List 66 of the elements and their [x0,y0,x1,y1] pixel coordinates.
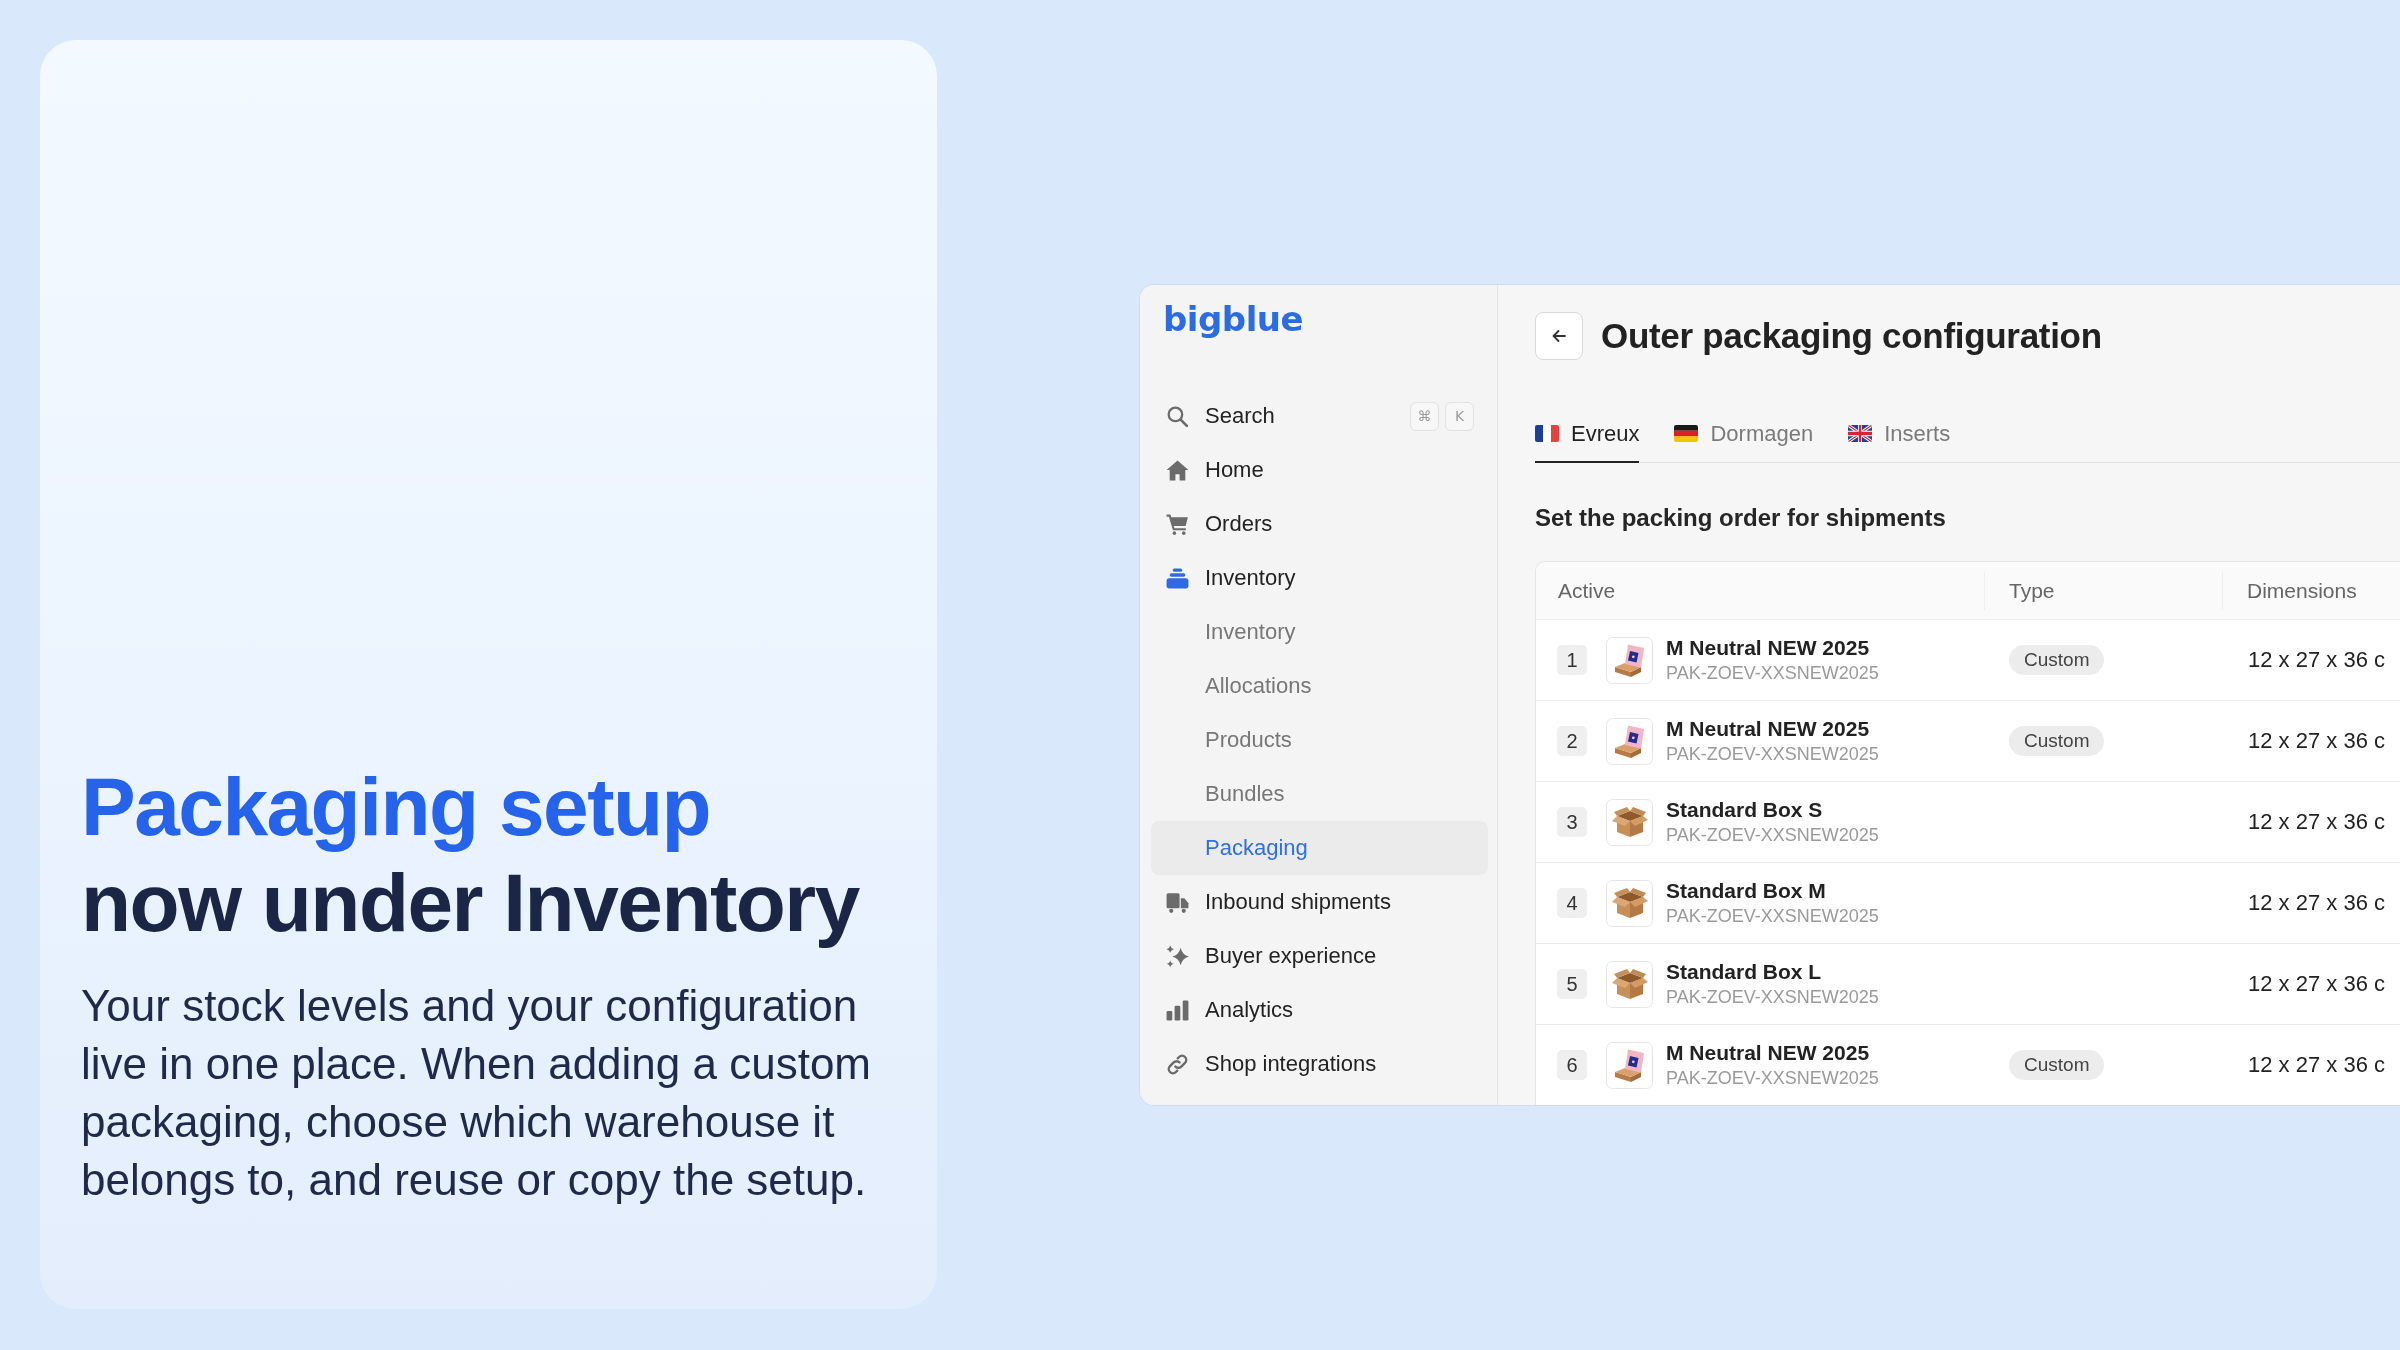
item-sku: PAK-ZOEV-XXSNEW2025 [1666,1067,1879,1090]
shortcut-key: K [1445,401,1474,431]
dimensions-text: 12 x 27 x 36 c [2248,1052,2385,1077]
item-sku: PAK-ZOEV-XXSNEW2025 [1666,905,1879,928]
back-arrow-icon [1551,328,1567,344]
type-tag: Custom [2009,726,2105,756]
tab[interactable]: Evreux [1535,406,1640,463]
column-header: Dimensions [2247,578,2357,603]
item-sku: PAK-ZOEV-XXSNEW2025 [1666,662,1879,685]
tab[interactable]: Inserts [1848,406,1951,463]
logo-wordmark: bigblue [1163,299,1304,339]
cardboard-box-icon [1606,960,1653,1008]
mailer-box-icon [1606,636,1653,684]
nav-subitem[interactable]: Bundles [1151,767,1488,821]
nav-item[interactable]: Home [1151,443,1488,497]
nav-item[interactable]: Analytics [1151,983,1488,1037]
union-flag-icon [1848,425,1873,442]
section-title: Set the packing order for shipments [1535,503,1947,533]
mailer-box-icon [1606,717,1653,765]
nav-subitem[interactable]: Inventory [1151,605,1488,659]
page-title: Outer packaging configuration [1601,316,2102,356]
nav-item[interactable]: Shop integrations [1151,1037,1488,1091]
item-sku: PAK-ZOEV-XXSNEW2025 [1666,743,1879,766]
order-number: 3 [1557,807,1587,837]
column-header: Active [1558,578,1616,603]
nav-item[interactable]: Buyer experience [1151,929,1488,983]
column-header: Type [2009,578,2055,603]
search-button[interactable]: Search ⌘ K [1151,389,1488,443]
headline-highlight: Packaging setup [81,760,711,854]
dimensions-text: 12 x 27 x 36 c [2248,890,2385,915]
nav-item[interactable]: Orders [1151,497,1488,551]
tab[interactable]: Dormagen [1674,406,1814,463]
dimensions-text: 12 x 27 x 36 c [2248,647,2385,672]
nav-subitem[interactable]: Packaging [1151,821,1488,875]
order-number: 2 [1557,726,1587,756]
order-number: 5 [1557,969,1587,999]
type-tag: Custom [2009,1050,2105,1080]
mailer-box-icon [1606,1041,1653,1089]
dimensions-text: 12 x 27 x 36 c [2248,809,2385,834]
item-sku: PAK-ZOEV-XXSNEW2025 [1666,824,1879,847]
item-name: Standard Box S [1666,797,1823,823]
nav-item[interactable]: Inventory [1151,551,1488,605]
dimensions-text: 12 x 27 x 36 c [2248,971,2385,996]
type-tag: Custom [2009,645,2105,675]
order-number: 6 [1557,1050,1587,1080]
sparkle-icon [1165,943,1190,969]
cardboard-box-icon [1606,879,1653,927]
order-number: 1 [1557,645,1587,675]
cardboard-box-icon [1606,798,1653,846]
back-button[interactable] [1535,312,1583,360]
item-name: M Neutral NEW 2025 [1666,716,1870,742]
nav-subitem[interactable]: Allocations [1151,659,1488,713]
german-flag-icon [1674,425,1699,442]
item-name: Standard Box L [1666,959,1822,985]
headline: now under Inventory [81,856,859,950]
dimensions-text: 12 x 27 x 36 c [2248,728,2385,753]
item-name: M Neutral NEW 2025 [1666,1040,1870,1066]
nav-subitem[interactable]: Products [1151,713,1488,767]
order-number: 4 [1557,888,1587,918]
nav-item[interactable]: Inbound shipments [1151,875,1488,929]
item-name: Standard Box M [1666,878,1826,904]
item-sku: PAK-ZOEV-XXSNEW2025 [1666,986,1879,1009]
description-paragraph: Your stock levels and your configuration live in one place. When adding a custom packaging, choose which warehouse it belongs to, and reuse or copy the setup. [81,980,873,1206]
shortcut-key: ⌘ [1410,401,1439,431]
french-flag-icon [1535,425,1559,442]
item-name: M Neutral NEW 2025 [1666,635,1870,661]
